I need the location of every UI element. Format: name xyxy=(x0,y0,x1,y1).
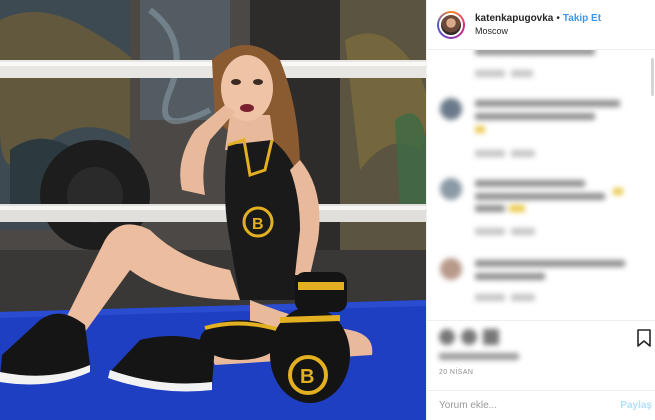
blurred-comment-text xyxy=(475,50,595,55)
comment-input[interactable] xyxy=(439,400,599,411)
post-actions: 20 NİSAN xyxy=(427,320,655,385)
blurred-comment-text xyxy=(475,205,505,212)
comment-icon[interactable] xyxy=(461,329,477,345)
svg-text:B: B xyxy=(300,366,314,388)
blurred-comment-meta xyxy=(475,294,505,301)
blurred-comment-meta xyxy=(475,150,505,157)
avatar-image xyxy=(439,12,463,37)
heart-icon[interactable] xyxy=(439,329,455,345)
comments-list[interactable] xyxy=(427,50,655,320)
blurred-comment-meta xyxy=(475,70,505,77)
post-photo[interactable]: B B xyxy=(0,0,426,420)
blurred-comment-meta xyxy=(511,70,533,77)
blurred-emoji xyxy=(613,188,623,195)
header-separator: • xyxy=(556,12,560,24)
header-text: katenkapugovka • Takip Et Moscow xyxy=(475,12,601,38)
blurred-comment-text xyxy=(475,113,595,120)
post-header: katenkapugovka • Takip Et Moscow xyxy=(427,0,655,50)
blurred-comment-meta xyxy=(511,150,535,157)
post-comment-button[interactable]: Paylaş xyxy=(620,400,652,411)
blurred-comment-meta xyxy=(475,228,505,235)
blurred-emoji xyxy=(475,126,485,133)
blurred-comment-text xyxy=(475,180,585,187)
header-top-line: katenkapugovka • Takip Et xyxy=(475,12,601,25)
commenter-avatar[interactable] xyxy=(440,258,462,280)
commenter-avatar[interactable] xyxy=(440,98,462,120)
blurred-comment-meta xyxy=(511,294,535,301)
blurred-emoji xyxy=(509,205,525,212)
comments-scrollbar[interactable] xyxy=(651,58,654,96)
share-icon[interactable] xyxy=(483,329,499,345)
commenter-avatar[interactable] xyxy=(440,178,462,200)
post-date: 20 NİSAN xyxy=(439,369,474,376)
bookmark-icon[interactable] xyxy=(637,329,651,347)
post-image: B B xyxy=(0,0,426,420)
blurred-comment-text xyxy=(475,100,620,107)
follow-button[interactable]: Takip Et xyxy=(563,13,601,24)
comment-form: Paylaş xyxy=(427,390,655,420)
post-side-panel: katenkapugovka • Takip Et Moscow 20 NİSA… xyxy=(426,0,655,420)
svg-text:B: B xyxy=(252,216,264,233)
blurred-comment-meta xyxy=(511,228,535,235)
blurred-comment-text xyxy=(475,273,545,280)
username-link[interactable]: katenkapugovka xyxy=(475,13,553,24)
blurred-comment-text xyxy=(475,193,605,200)
blurred-comment-text xyxy=(475,260,625,267)
avatar[interactable] xyxy=(437,10,465,39)
location-link[interactable]: Moscow xyxy=(475,25,601,38)
blurred-like-count[interactable] xyxy=(439,353,519,360)
